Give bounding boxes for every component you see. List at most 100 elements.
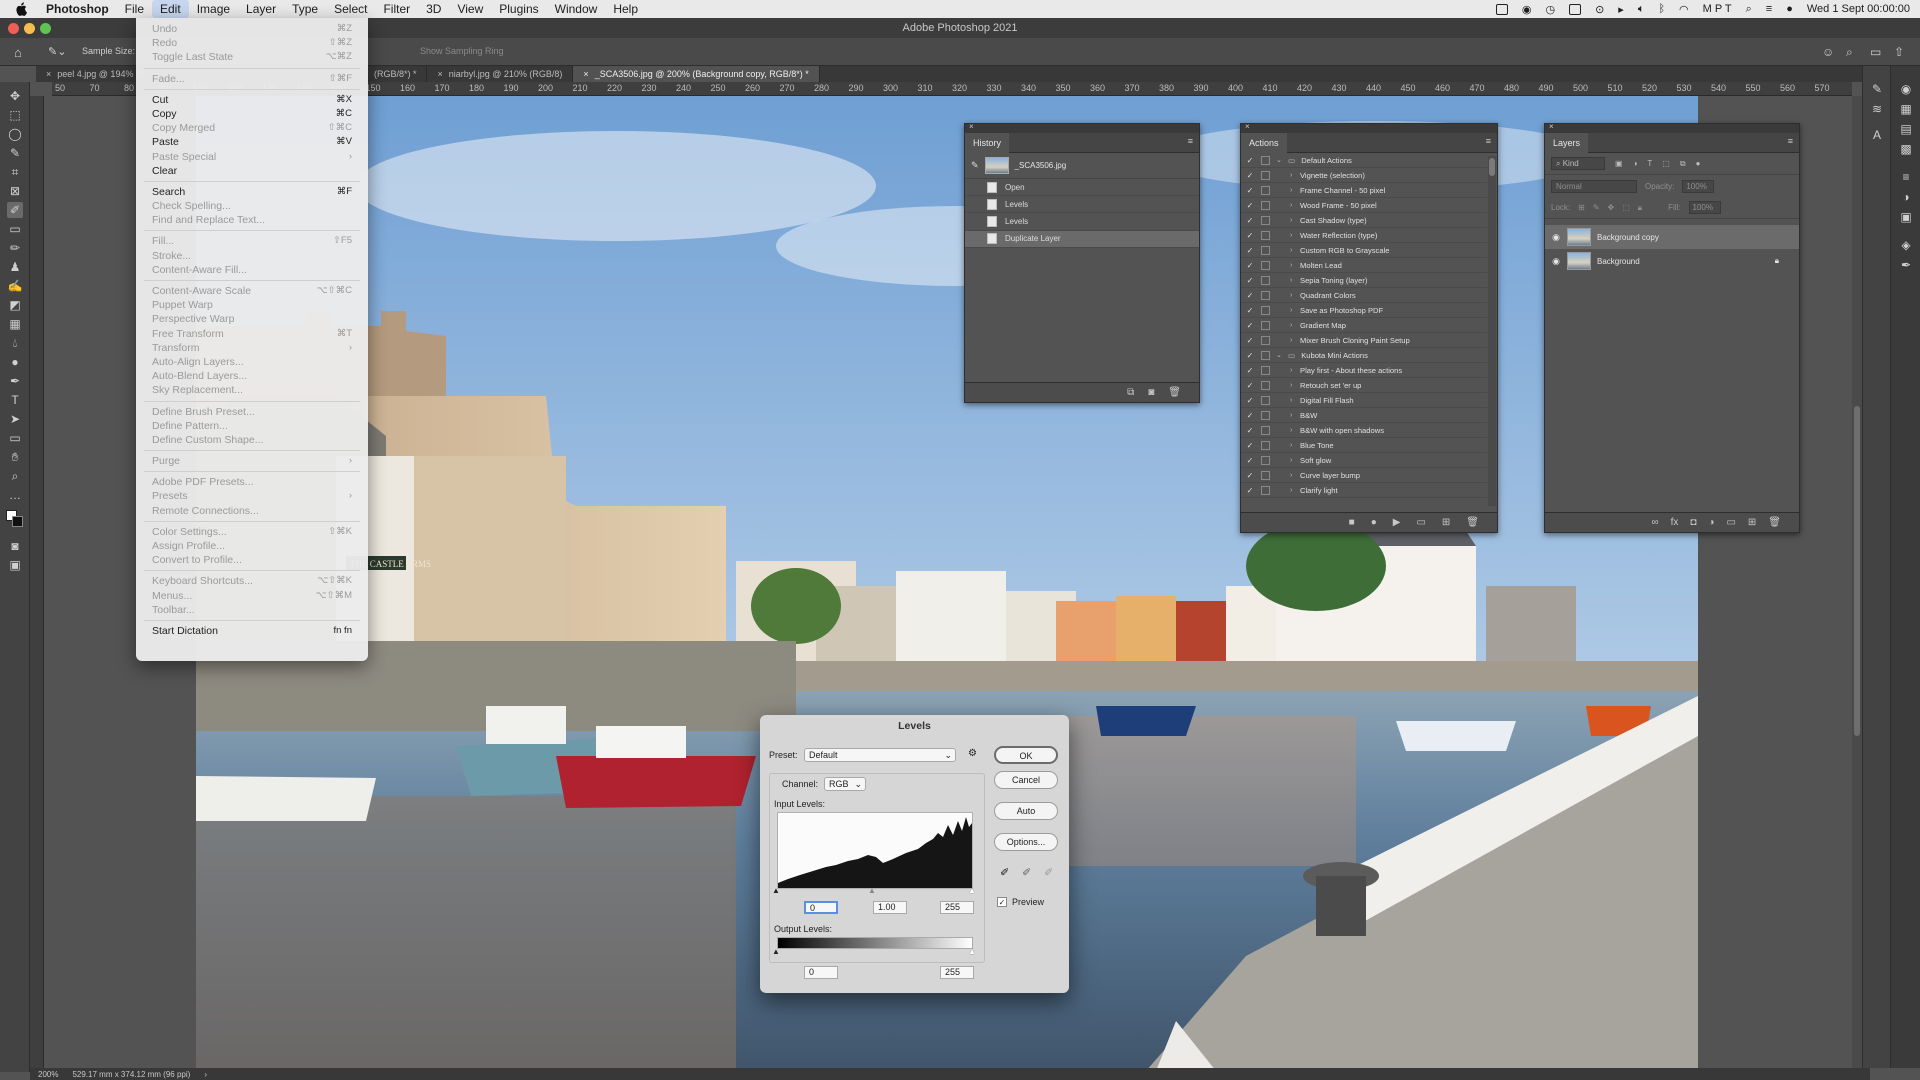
action-enabled-checkbox[interactable]: ✓ (1243, 471, 1257, 480)
action-item[interactable]: ✓ › Soft glow (1241, 453, 1487, 468)
edit-menu-item[interactable]: Sky Replacement... (136, 383, 368, 397)
input-black-field[interactable]: 0 (804, 901, 838, 914)
history-state[interactable]: Levels (965, 213, 1199, 231)
action-item[interactable]: ✓ › Retouch set 'er up (1241, 378, 1487, 393)
visibility-eye-icon[interactable]: ◉ (1545, 256, 1567, 267)
channel-select[interactable]: RGB ⌄ (824, 777, 866, 791)
action-item[interactable]: ✓ › Digital Fill Flash (1241, 393, 1487, 408)
activity-icon[interactable]: ⊙ (1595, 3, 1604, 16)
panel-menu-icon[interactable]: ≡ (1486, 136, 1491, 146)
action-item[interactable]: ✓ › Quadrant Colors (1241, 288, 1487, 303)
history-state[interactable]: Open (965, 179, 1199, 197)
dialog-toggle-box[interactable] (1261, 245, 1270, 255)
action-enabled-checkbox[interactable]: ✓ (1243, 231, 1257, 240)
output-black-slider[interactable]: ▲ (772, 947, 780, 956)
chevron-right-icon[interactable]: › (1290, 262, 1300, 269)
lock-artboard-icon[interactable]: ⬚ (1622, 203, 1630, 212)
patterns-icon[interactable]: ▩ (1899, 142, 1913, 156)
spot-healing-tool-icon[interactable]: ▭ (7, 221, 23, 237)
action-enabled-checkbox[interactable]: ✓ (1243, 171, 1257, 180)
trash-icon[interactable]: 🗑︎ (1466, 517, 1479, 528)
input-gamma-slider[interactable]: ▲ (868, 886, 876, 895)
edit-menu-item[interactable]: Presets › (136, 489, 368, 503)
play-icon[interactable]: ▸ (1618, 3, 1624, 16)
layer-row[interactable]: ◉ Background copy (1545, 225, 1799, 249)
dialog-toggle-box[interactable] (1261, 155, 1270, 165)
dialog-toggle-box[interactable] (1261, 440, 1270, 450)
frame-tool-icon[interactable]: ⊠ (7, 183, 23, 199)
background-color-swatch[interactable] (12, 516, 23, 527)
color-icon[interactable]: ◉ (1899, 82, 1913, 96)
properties-icon[interactable]: ≡ (1899, 170, 1913, 184)
edit-menu-item[interactable]: Redo ⇧⌘Z (136, 36, 368, 50)
tab-actions[interactable]: Actions (1241, 132, 1287, 153)
dialog-toggle-box[interactable] (1261, 320, 1270, 330)
dialog-toggle-box[interactable] (1261, 365, 1270, 375)
screen-record-icon[interactable] (1495, 3, 1508, 15)
share-image-icon[interactable]: ⇧ (1894, 45, 1904, 59)
edit-menu-item[interactable]: Paste ⌘V (136, 135, 368, 149)
edit-menu-item[interactable]: Purge › (136, 454, 368, 468)
action-item[interactable]: ✓ › Blue Tone (1241, 438, 1487, 453)
edit-menu-item[interactable]: Adobe PDF Presets... (136, 475, 368, 489)
apple-icon[interactable] (14, 2, 28, 16)
home-icon[interactable]: ⌂ (14, 45, 22, 60)
gray-point-eyedropper-icon[interactable]: ✐ (1022, 866, 1031, 879)
brush-settings-icon[interactable]: ✎ (1870, 82, 1884, 96)
screen-mode-icon[interactable]: ▣ (7, 557, 23, 573)
clock[interactable]: Wed 1 Sept 00:00:00 (1807, 3, 1910, 15)
edit-menu-item[interactable]: Define Brush Preset... (136, 405, 368, 419)
chevron-right-icon[interactable]: › (1290, 307, 1300, 314)
edit-menu-item[interactable]: Puppet Warp (136, 298, 368, 312)
action-enabled-checkbox[interactable]: ✓ (1243, 186, 1257, 195)
edit-menu-item[interactable]: Start Dictation fn fn (136, 624, 368, 638)
chevron-right-icon[interactable]: › (1290, 322, 1300, 329)
type-tool-icon[interactable]: T (7, 392, 23, 408)
rectangle-tool-icon[interactable]: ▭ (7, 430, 23, 446)
play-icon[interactable]: ▶ (1393, 517, 1401, 528)
action-enabled-checkbox[interactable]: ✓ (1243, 246, 1257, 255)
visibility-eye-icon[interactable]: ◉ (1545, 232, 1567, 243)
action-item[interactable]: ✓ › Save as Photoshop PDF (1241, 303, 1487, 318)
action-item[interactable]: ✓ › Molten Lead (1241, 258, 1487, 273)
chevron-right-icon[interactable]: › (1290, 277, 1300, 284)
history-snapshot[interactable]: ✎ _SCA3506.jpg (965, 153, 1199, 179)
wifi-icon[interactable]: ◠ (1679, 3, 1689, 16)
lock-all-icon[interactable]: 🔒︎ (1638, 203, 1642, 213)
edit-menu-item[interactable]: Remote Connections... (136, 504, 368, 518)
history-brush-icon[interactable]: ✎ (971, 160, 979, 171)
layer-name[interactable]: Background copy (1597, 233, 1659, 242)
eyedropper-preset-icon[interactable]: ✎⌄ (48, 45, 66, 58)
chevron-right-icon[interactable]: › (1290, 292, 1300, 299)
chevron-right-icon[interactable]: › (1290, 427, 1300, 434)
new-layer-icon[interactable]: ⊞ (1748, 517, 1756, 528)
trash-icon[interactable]: 🗑︎ (1768, 517, 1781, 528)
new-action-icon[interactable]: ⊞ (1442, 517, 1450, 528)
adjustments-icon[interactable]: ◑ (1899, 190, 1913, 204)
tab-sca3506[interactable]: × _SCA3506.jpg @ 200% (Background copy, R… (573, 66, 820, 82)
chevron-right-icon[interactable]: › (1290, 172, 1300, 179)
more-tools-icon[interactable]: … (7, 487, 23, 503)
edit-menu-item[interactable]: Auto-Align Layers... (136, 355, 368, 369)
action-set[interactable]: ✓ ⌄ ▭ Default Actions (1241, 153, 1487, 168)
action-enabled-checkbox[interactable]: ✓ (1243, 456, 1257, 465)
zoom-tool-icon[interactable]: ⌕ (7, 468, 23, 484)
dialog-toggle-box[interactable] (1261, 425, 1270, 435)
edit-menu-item[interactable]: Check Spelling... (136, 199, 368, 213)
close-panel-icon[interactable]: × (1245, 122, 1250, 131)
edit-menu-item[interactable]: Toggle Last State ⌥⌘Z (136, 50, 368, 64)
action-enabled-checkbox[interactable]: ✓ (1243, 156, 1257, 165)
chevron-right-icon[interactable]: › (1290, 487, 1300, 494)
dialog-toggle-box[interactable] (1261, 215, 1270, 225)
edit-menu-item[interactable]: Content-Aware Scale ⌥⇧⌘C (136, 284, 368, 298)
action-enabled-checkbox[interactable]: ✓ (1243, 321, 1257, 330)
cancel-button[interactable]: Cancel (994, 771, 1058, 789)
dialog-toggle-box[interactable] (1261, 380, 1270, 390)
filter-smart-icon[interactable]: ⧉ (1680, 159, 1686, 169)
auto-button[interactable]: Auto (994, 802, 1058, 820)
close-panel-icon[interactable]: × (1549, 122, 1554, 131)
dialog-toggle-box[interactable] (1261, 410, 1270, 420)
action-enabled-checkbox[interactable]: ✓ (1243, 381, 1257, 390)
action-item[interactable]: ✓ › Wood Frame - 50 pixel (1241, 198, 1487, 213)
dialog-toggle-box[interactable] (1261, 305, 1270, 315)
